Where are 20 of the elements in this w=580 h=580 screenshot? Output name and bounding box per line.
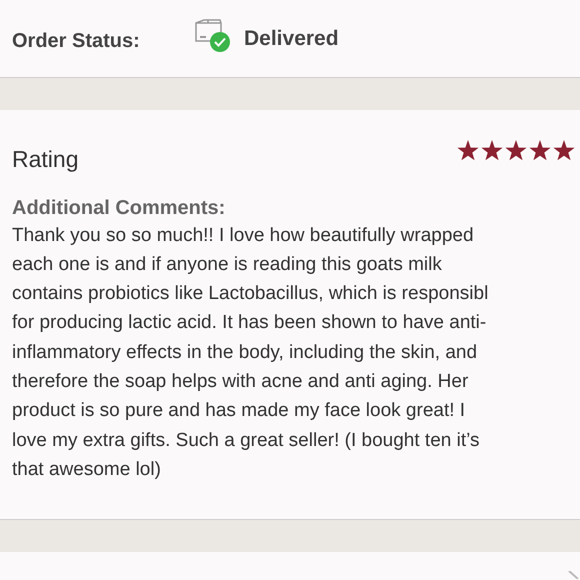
star-icon bbox=[457, 140, 479, 161]
comment-line: product is so pure and has made my face look great! I bbox=[12, 399, 466, 424]
comment-line: contains probiotics like Lactobacillus, which is responsibl bbox=[12, 282, 488, 306]
order-status-label: Order Status: bbox=[12, 28, 141, 54]
order-status-value: Delivered bbox=[244, 26, 339, 52]
comment-line: for producing lactic acid. It has been shown to have anti- bbox=[12, 311, 486, 336]
chevron-icon bbox=[568, 571, 580, 579]
rating-title: Rating bbox=[12, 145, 78, 174]
comment-line: love my extra gifts. Such a great seller! (I bought ten it’s bbox=[12, 428, 480, 453]
comments-label: Additional Comments: bbox=[12, 196, 226, 220]
comment-line: therefore the soap helps with acne and anti aging. Her bbox=[12, 370, 468, 394]
star-icon bbox=[529, 140, 551, 161]
star-icon bbox=[481, 140, 503, 161]
star-icon bbox=[553, 140, 575, 161]
comment-line: each one is and if anyone is reading this goats milk bbox=[12, 252, 442, 277]
comment-line: Thank you so so much!! I love how beautifully wrapped bbox=[12, 224, 474, 248]
star-icon bbox=[505, 140, 527, 161]
delivered-package-icon bbox=[194, 18, 232, 52]
comment-line: inflammatory effects in the body, including the skin, and bbox=[12, 340, 478, 365]
comment-line: that awesome lol) bbox=[12, 458, 161, 482]
